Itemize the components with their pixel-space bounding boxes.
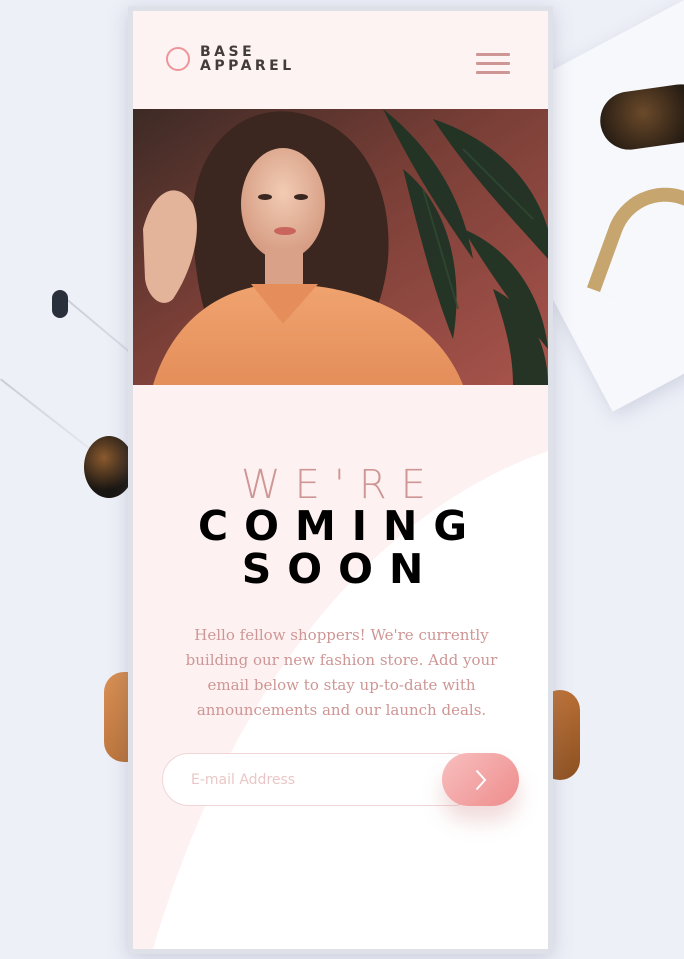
- hamburger-menu-icon[interactable]: [476, 53, 510, 75]
- earring-pendant: [84, 436, 134, 498]
- earring-bead: [52, 290, 68, 318]
- hero-illustration: [133, 109, 548, 385]
- email-form: [162, 753, 520, 808]
- arrow-right-icon: [475, 769, 486, 790]
- menu-bar: [476, 62, 510, 65]
- logo-ring-icon: [166, 47, 190, 71]
- menu-bar: [476, 53, 510, 56]
- description-text: Hello fellow shoppers! We're currently b…: [185, 626, 498, 719]
- headline-bold-line-1: COMING: [198, 502, 483, 550]
- earring-wire-secondary: [0, 378, 96, 454]
- headline-bold-line-2: SOON: [241, 545, 440, 593]
- brand-line-1: BASE: [200, 44, 256, 60]
- submit-button[interactable]: [442, 753, 519, 806]
- email-input[interactable]: [162, 753, 480, 806]
- headline-light: WE'RE: [241, 462, 440, 508]
- brand-name: BASE APPAREL: [200, 45, 295, 73]
- mobile-screen: BASE APPAREL WE'RE COMING SOON Hello fel…: [133, 11, 548, 949]
- hero-image: [133, 109, 548, 385]
- brand-logo[interactable]: BASE APPAREL: [166, 45, 295, 73]
- brand-line-2: APPAREL: [200, 58, 295, 74]
- menu-bar: [476, 71, 510, 74]
- headline-bold: COMING SOON: [133, 505, 548, 591]
- mobile-frame: BASE APPAREL WE'RE COMING SOON Hello fel…: [128, 6, 553, 954]
- site-header: BASE APPAREL: [133, 11, 548, 109]
